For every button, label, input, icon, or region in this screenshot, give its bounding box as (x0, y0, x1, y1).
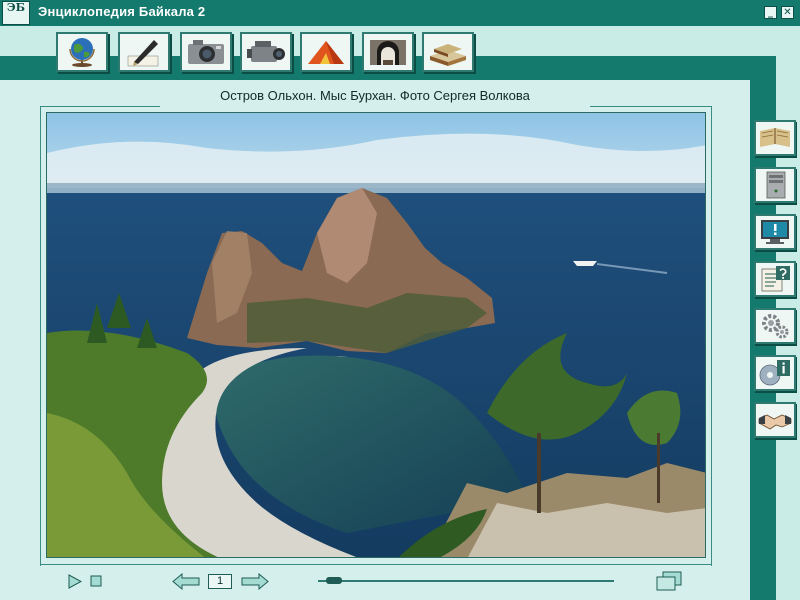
tent-icon (308, 41, 344, 64)
close-button[interactable]: ✕ (781, 6, 794, 19)
photo-caption: Остров Ольхон. Мыс Бурхан. Фото Сергея В… (220, 88, 530, 103)
toolbar-video-button[interactable] (240, 32, 292, 72)
toolbar-tent-button[interactable] (300, 32, 352, 72)
frame-line (40, 106, 41, 566)
pen-icon (127, 40, 159, 67)
sidebar-computer-button[interactable] (754, 167, 796, 203)
progress-thumb[interactable] (326, 577, 343, 584)
sidebar-book-button[interactable] (754, 120, 796, 156)
open-book-icon (760, 128, 790, 147)
frame-line (711, 106, 712, 566)
sidebar-about-button[interactable] (754, 355, 796, 391)
video-camera-icon (247, 41, 285, 62)
frame-line (590, 106, 712, 107)
books-icon (430, 44, 466, 66)
progress-track[interactable] (318, 580, 614, 582)
toolbar-tunnel-button[interactable] (362, 32, 414, 72)
close-icon: ✕ (783, 7, 792, 18)
cd-info-icon (759, 360, 790, 386)
prev-page-button[interactable] (172, 573, 200, 590)
app-logo: ЭБ (2, 1, 30, 25)
photo-camera-icon (188, 40, 224, 64)
app-logo-text: ЭБ (6, 1, 26, 14)
sidebar-help-button[interactable] (754, 261, 796, 297)
gears-icon (762, 314, 789, 339)
toolbar-pen-button[interactable] (118, 32, 170, 72)
frame-line (40, 564, 712, 565)
sidebar-monitor-button[interactable] (754, 214, 796, 250)
minimize-button[interactable]: _ (764, 6, 777, 19)
stop-button[interactable] (90, 575, 102, 587)
globe-icon (69, 38, 95, 67)
help-document-icon (761, 266, 790, 292)
toolbar-photo-button[interactable] (180, 32, 232, 72)
fullscreen-button[interactable] (656, 571, 682, 591)
frame-line (40, 106, 160, 107)
toolbar-globe-button[interactable] (56, 32, 108, 72)
window-title: Энциклопедия Байкала 2 (38, 4, 206, 19)
handshake-icon (758, 414, 792, 430)
monitor-alert-icon (761, 220, 789, 244)
computer-case-icon (766, 171, 786, 199)
title-bar: ЭБ Энциклопедия Байкала 2 _ ✕ (0, 0, 800, 26)
play-button[interactable] (68, 574, 82, 589)
next-page-button[interactable] (241, 573, 269, 590)
page-number: 1 (208, 574, 232, 589)
minimize-icon: _ (768, 7, 773, 18)
sidebar-partners-button[interactable] (754, 402, 796, 438)
tunnel-icon (370, 40, 406, 65)
toolbar-books-button[interactable] (422, 32, 474, 72)
sidebar-settings-button[interactable] (754, 308, 796, 344)
lake-photo (47, 113, 705, 557)
photo-viewer[interactable] (46, 112, 706, 558)
